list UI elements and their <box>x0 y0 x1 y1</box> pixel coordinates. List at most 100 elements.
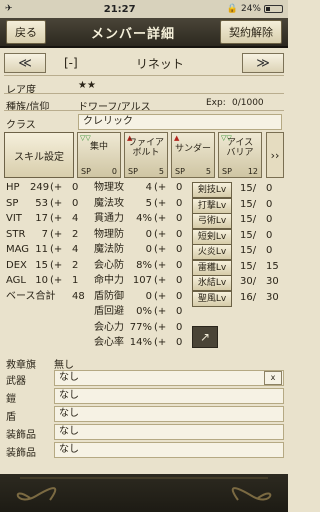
skill-card[interactable]: ▲ サンダー SP 5 <box>171 132 215 178</box>
stat-plus: (+ <box>50 213 63 224</box>
combat-label: 魔法防 <box>94 244 124 255</box>
weapon-level-button[interactable]: 打撃Lv <box>192 197 232 214</box>
dismiss-button[interactable]: 契約解除 <box>219 20 282 44</box>
stat-value: 10 <box>35 275 48 286</box>
battery-percent: 24% <box>240 4 261 14</box>
skill-sp: 12 <box>247 167 258 176</box>
weapon-level-value: 15/ <box>240 229 257 241</box>
stat-bonus: 2 <box>72 259 79 271</box>
equip-slot-label: 装飾品 <box>6 430 36 441</box>
footer-ornament <box>0 474 288 512</box>
stat-bonus: 0 <box>72 182 79 193</box>
skill-name: ファイア ボルト <box>127 138 164 158</box>
combat-bonus: 0 <box>176 290 183 302</box>
stat-plus: (+ <box>50 259 63 271</box>
combat-label: 会心率 <box>94 337 124 348</box>
equip-slot-field[interactable]: なし <box>54 442 284 458</box>
weapon-level-max: 30 <box>266 291 279 303</box>
stat-value: 15 <box>35 259 48 271</box>
equip-slot-field[interactable]: なし <box>54 370 284 386</box>
stat-label: DEX <box>6 259 27 271</box>
equip-slot-field[interactable]: なし <box>54 406 284 422</box>
stat-value: 11 <box>35 244 48 255</box>
weapon-level-max: 0 <box>266 229 273 241</box>
faction-value: 無し <box>54 360 74 371</box>
weapon-level-button[interactable]: 短剣Lv <box>192 228 232 245</box>
prev-member-button[interactable]: ≪ <box>4 53 46 73</box>
combat-value: 5 <box>145 197 152 209</box>
equip-slot-label: 武器 <box>6 376 26 387</box>
skill-mark: ▽▽ <box>80 134 91 142</box>
stat-plus: (+ <box>50 275 63 286</box>
combat-plus: (+ <box>154 197 167 209</box>
weapon-level-max: 0 <box>266 183 273 194</box>
faction-label: 救章旗 <box>6 360 36 371</box>
skill-name: 集中 <box>89 142 108 152</box>
combat-bonus: 0 <box>176 306 183 317</box>
combat-plus: (+ <box>154 228 167 240</box>
combat-plus: (+ <box>154 306 167 317</box>
combat-value: 4% <box>136 213 152 224</box>
exp-label: Exp: <box>206 98 226 108</box>
class-value: クレリック <box>78 114 282 130</box>
combat-plus: (+ <box>154 321 167 333</box>
back-button[interactable]: 戻る <box>6 20 46 44</box>
combat-plus: (+ <box>154 244 167 255</box>
combat-plus: (+ <box>154 337 167 348</box>
member-detail: ≪ [-] リネット ≫ レア度 ★★ 種族/信仰 ドワーフ/アルス Exp: … <box>0 50 288 474</box>
weapon-level-button[interactable]: 弓術Lv <box>192 213 232 229</box>
stat-label: SP <box>6 197 19 209</box>
header: 戻る メンバー詳細 契約解除 <box>0 18 288 48</box>
combat-plus: (+ <box>154 290 167 302</box>
stat-label: VIT <box>6 213 22 224</box>
lock-icon: 🔒 <box>226 4 238 14</box>
equip-slot-field[interactable]: なし <box>54 388 284 404</box>
stat-bonus: 4 <box>72 244 79 255</box>
combat-bonus: 0 <box>176 228 183 240</box>
skill-sp: 5 <box>158 167 164 176</box>
combat-label: 会心力 <box>94 321 124 333</box>
combat-plus: (+ <box>154 182 167 193</box>
stat-total: 48 <box>72 290 85 302</box>
stat-bonus: 4 <box>72 213 79 224</box>
next-member-button[interactable]: ≫ <box>242 53 284 73</box>
weapon-level-value: 15/ <box>240 183 257 194</box>
share-icon[interactable]: ↗ <box>192 326 218 348</box>
weapon-level-button[interactable]: 氷結Lv <box>192 275 232 291</box>
equip-slot-label: 盾 <box>6 412 16 423</box>
weapon-level-max: 0 <box>266 245 273 256</box>
ornament-icon <box>16 477 272 501</box>
skill-settings-button[interactable]: スキル設定 <box>4 132 74 178</box>
airplane-icon: ✈ <box>5 4 13 14</box>
skill-card[interactable]: ▲ ファイア ボルト SP 5 <box>124 132 168 178</box>
stat-plus: (+ <box>50 228 63 240</box>
skill-card[interactable]: ▽▽ 集中 SP 0 <box>77 132 121 178</box>
combat-label: 会心防 <box>94 259 124 271</box>
more-skills-button[interactable]: ›› <box>266 132 284 178</box>
exp-value: 0/1000 <box>232 98 264 108</box>
weapon-level-button[interactable]: 火炎Lv <box>192 244 232 260</box>
stat-value: 17 <box>35 213 48 224</box>
divider <box>4 75 284 76</box>
stat-label: STR <box>6 228 26 240</box>
weapon-level-button[interactable]: 雷穫Lv <box>192 259 232 276</box>
weapon-level-max: 0 <box>266 214 273 225</box>
skill-card[interactable]: ▽▽ アイス バリア SP 12 <box>218 132 262 178</box>
skill-mark: ▲ <box>174 134 180 142</box>
weapon-level-value: 15/ <box>240 198 257 210</box>
equip-slot-field[interactable]: なし <box>54 424 284 440</box>
stat-label: AGL <box>6 275 26 286</box>
combat-plus: (+ <box>154 213 167 224</box>
equip-slot-label: 鎧 <box>6 394 16 405</box>
skill-sp: 5 <box>205 167 211 176</box>
weapon-level-button[interactable]: 聖風Lv <box>192 290 232 307</box>
combat-value: 14% <box>129 337 152 348</box>
stat-value: 249 <box>30 182 50 193</box>
combat-value: 0 <box>145 244 152 255</box>
weapon-level-button[interactable]: 剣技Lv <box>192 182 232 198</box>
clear-equip-button[interactable]: x <box>264 371 282 385</box>
combat-value: 0% <box>136 306 152 317</box>
weapon-level-value: 15/ <box>240 214 257 225</box>
combat-label: 命中力 <box>94 275 124 286</box>
rarity-stars: ★★ <box>78 80 96 91</box>
